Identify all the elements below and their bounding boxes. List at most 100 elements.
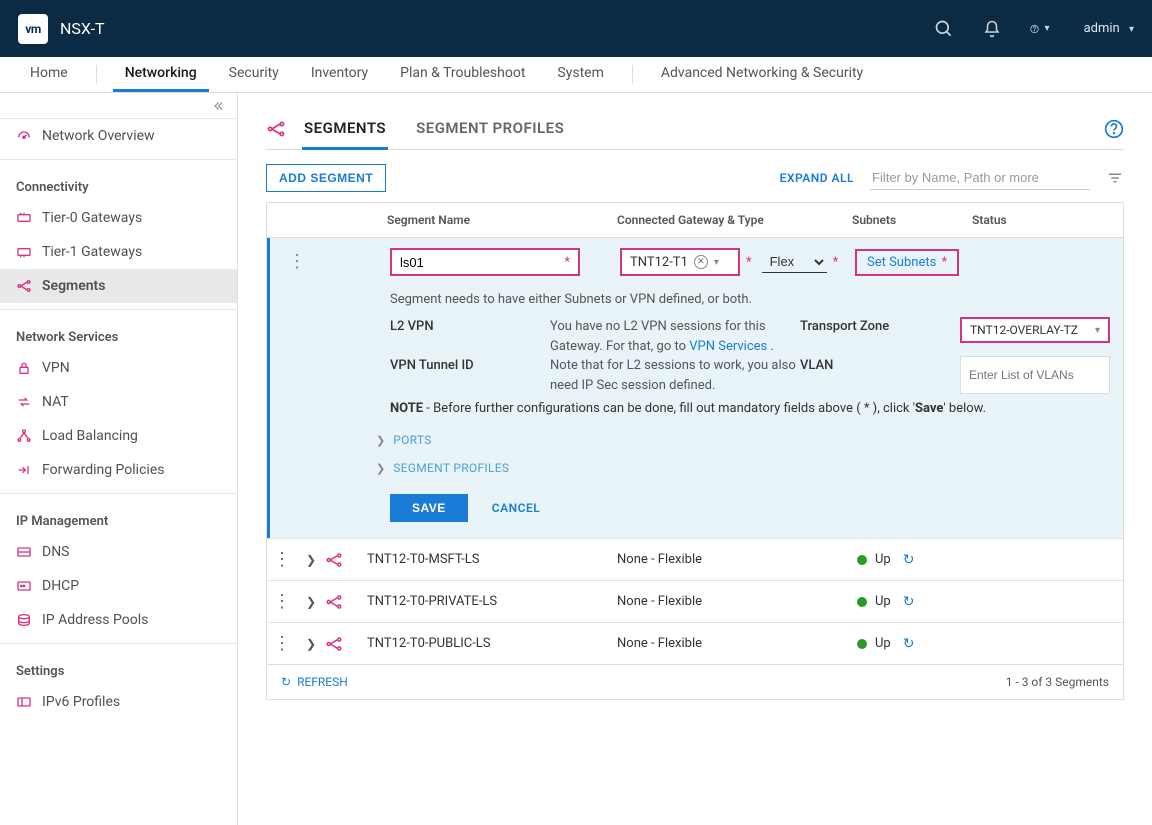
router-icon — [16, 244, 32, 260]
refresh-label: REFRESH — [297, 675, 348, 689]
segment-name-field[interactable]: * — [390, 248, 580, 276]
chevron-down-icon: ▾ — [1129, 24, 1134, 35]
pool-icon — [16, 612, 32, 628]
tab-inventory[interactable]: Inventory — [299, 57, 380, 92]
divider — [632, 65, 633, 84]
user-menu[interactable]: admin ▾ — [1084, 21, 1134, 36]
gateway-value: TNT12-T1 — [630, 255, 688, 270]
divider — [0, 643, 237, 644]
divider — [96, 65, 97, 84]
content-tab-segments[interactable]: SEGMENTS — [302, 109, 388, 150]
set-subnets-label: Set Subnets — [867, 255, 936, 270]
expand-row-button[interactable]: ❯ — [297, 553, 325, 567]
l2vpn-message: You have no L2 VPN sessions for this Gat… — [550, 317, 800, 395]
note-save-word: Save — [915, 401, 943, 416]
sidebar-item-segments[interactable]: Segments — [0, 269, 237, 303]
segment-name-cell: TNT12-T0-PRIVATE-LS — [367, 594, 617, 609]
refresh-status-button[interactable]: ↻ — [903, 636, 915, 652]
ports-label: PORTS — [393, 433, 431, 447]
status-up-icon — [857, 639, 867, 649]
vpn-tunnel-id-label: VPN Tunnel ID — [390, 356, 550, 373]
segments-icon — [16, 278, 32, 294]
sidebar-item-load-balancing[interactable]: Load Balancing — [0, 419, 237, 453]
ipv6-icon — [16, 694, 32, 710]
cancel-button[interactable]: CANCEL — [492, 501, 540, 515]
chevron-right-icon: ❯ — [376, 434, 385, 447]
segment-name-input[interactable] — [400, 255, 562, 270]
sidebar-item-label: Network Overview — [42, 128, 155, 144]
sidebar-item-vpn[interactable]: VPN — [0, 351, 237, 385]
content-tab-segment-profiles[interactable]: SEGMENT PROFILES — [414, 109, 566, 150]
vlan-input[interactable] — [960, 356, 1110, 394]
refresh-status-button[interactable]: ↻ — [903, 552, 915, 568]
sidebar-section-ip-management: IP Management — [0, 500, 237, 535]
row-menu-button[interactable]: ⋮ — [267, 597, 297, 607]
filter-icon[interactable] — [1106, 169, 1124, 187]
sidebar-item-dhcp[interactable]: DHCP — [0, 569, 237, 603]
row-menu-button[interactable]: ⋮ — [270, 257, 390, 267]
note-text-2: ' below. — [943, 401, 986, 416]
segment-type-select[interactable]: Flex — [762, 251, 827, 273]
sidebar: Network Overview Connectivity Tier-0 Gat… — [0, 93, 238, 825]
sidebar-item-tier1[interactable]: Tier-1 Gateways — [0, 235, 237, 269]
vpn-services-link[interactable]: VPN Services — [689, 339, 767, 354]
tab-home[interactable]: Home — [18, 57, 80, 92]
sidebar-item-tier0[interactable]: Tier-0 Gateways — [0, 201, 237, 235]
divider — [0, 309, 237, 310]
collapse-sidebar-button[interactable] — [0, 93, 237, 119]
connected-gateway-select[interactable]: TNT12-T1 ✕ ▾ — [620, 248, 740, 276]
tab-networking[interactable]: Networking — [113, 57, 209, 92]
vlan-label: VLAN — [800, 356, 960, 373]
refresh-button[interactable]: ↻ REFRESH — [281, 675, 348, 689]
forward-icon — [16, 462, 32, 478]
segments-icon — [325, 593, 367, 611]
divider — [0, 159, 237, 160]
search-icon[interactable] — [934, 19, 954, 39]
bell-icon[interactable] — [982, 19, 1002, 39]
transport-zone-select[interactable]: TNT12-OVERLAY-TZ ▾ — [960, 317, 1110, 343]
segment-name-cell: TNT12-T0-PUBLIC-LS — [367, 636, 617, 651]
col-connected-gateway: Connected Gateway & Type — [617, 213, 852, 227]
primary-tabs: Home Networking Security Inventory Plan … — [0, 57, 1152, 93]
segment-profiles-expander[interactable]: ❯ SEGMENT PROFILES — [270, 454, 1123, 482]
tab-plan-troubleshoot[interactable]: Plan & Troubleshoot — [388, 57, 537, 92]
load-balancing-icon — [16, 428, 32, 444]
help-icon[interactable]: ▾ — [1030, 19, 1050, 39]
save-button[interactable]: SAVE — [390, 494, 468, 522]
sidebar-item-network-overview[interactable]: Network Overview — [0, 119, 237, 153]
tab-system[interactable]: System — [545, 57, 615, 92]
subnet-vpn-note: Segment needs to have either Subnets or … — [270, 284, 1123, 317]
set-subnets-button[interactable]: Set Subnets * — [855, 249, 959, 276]
expand-all-button[interactable]: EXPAND ALL — [780, 171, 854, 185]
sidebar-item-label: Load Balancing — [42, 428, 138, 444]
tab-security[interactable]: Security — [217, 57, 291, 92]
sidebar-item-label: Segments — [42, 278, 105, 294]
row-menu-button[interactable]: ⋮ — [267, 555, 297, 565]
clear-icon[interactable]: ✕ — [694, 255, 708, 269]
refresh-status-button[interactable]: ↻ — [903, 594, 915, 610]
gateway-cell: None - Flexible — [617, 552, 857, 567]
row-menu-button[interactable]: ⋮ — [267, 639, 297, 649]
filter-input[interactable] — [870, 166, 1090, 190]
sidebar-item-dns[interactable]: DNS — [0, 535, 237, 569]
sidebar-item-forwarding-policies[interactable]: Forwarding Policies — [0, 453, 237, 487]
sidebar-item-nat[interactable]: NAT — [0, 385, 237, 419]
router-icon — [16, 210, 32, 226]
segment-profiles-label: SEGMENT PROFILES — [393, 461, 509, 475]
expand-row-button[interactable]: ❯ — [297, 637, 325, 651]
content-area: SEGMENTS SEGMENT PROFILES ADD SEGMENT EX… — [238, 93, 1152, 825]
tab-advanced-networking[interactable]: Advanced Networking & Security — [649, 57, 875, 92]
status-up-icon — [857, 597, 867, 607]
expand-row-button[interactable]: ❯ — [297, 595, 325, 609]
sidebar-item-ip-pools[interactable]: IP Address Pools — [0, 603, 237, 637]
chevron-down-icon: ▾ — [714, 257, 719, 268]
ports-expander[interactable]: ❯ PORTS — [270, 426, 1123, 454]
chevron-right-icon: ❯ — [376, 462, 385, 475]
sidebar-item-ipv6-profiles[interactable]: IPv6 Profiles — [0, 685, 237, 719]
help-icon[interactable] — [1104, 119, 1124, 139]
segments-icon — [325, 635, 367, 653]
add-segment-button[interactable]: ADD SEGMENT — [266, 164, 386, 192]
app-title: NSX-T — [60, 19, 105, 38]
status-text: Up — [875, 636, 891, 651]
sidebar-item-label: Tier-0 Gateways — [42, 210, 142, 226]
